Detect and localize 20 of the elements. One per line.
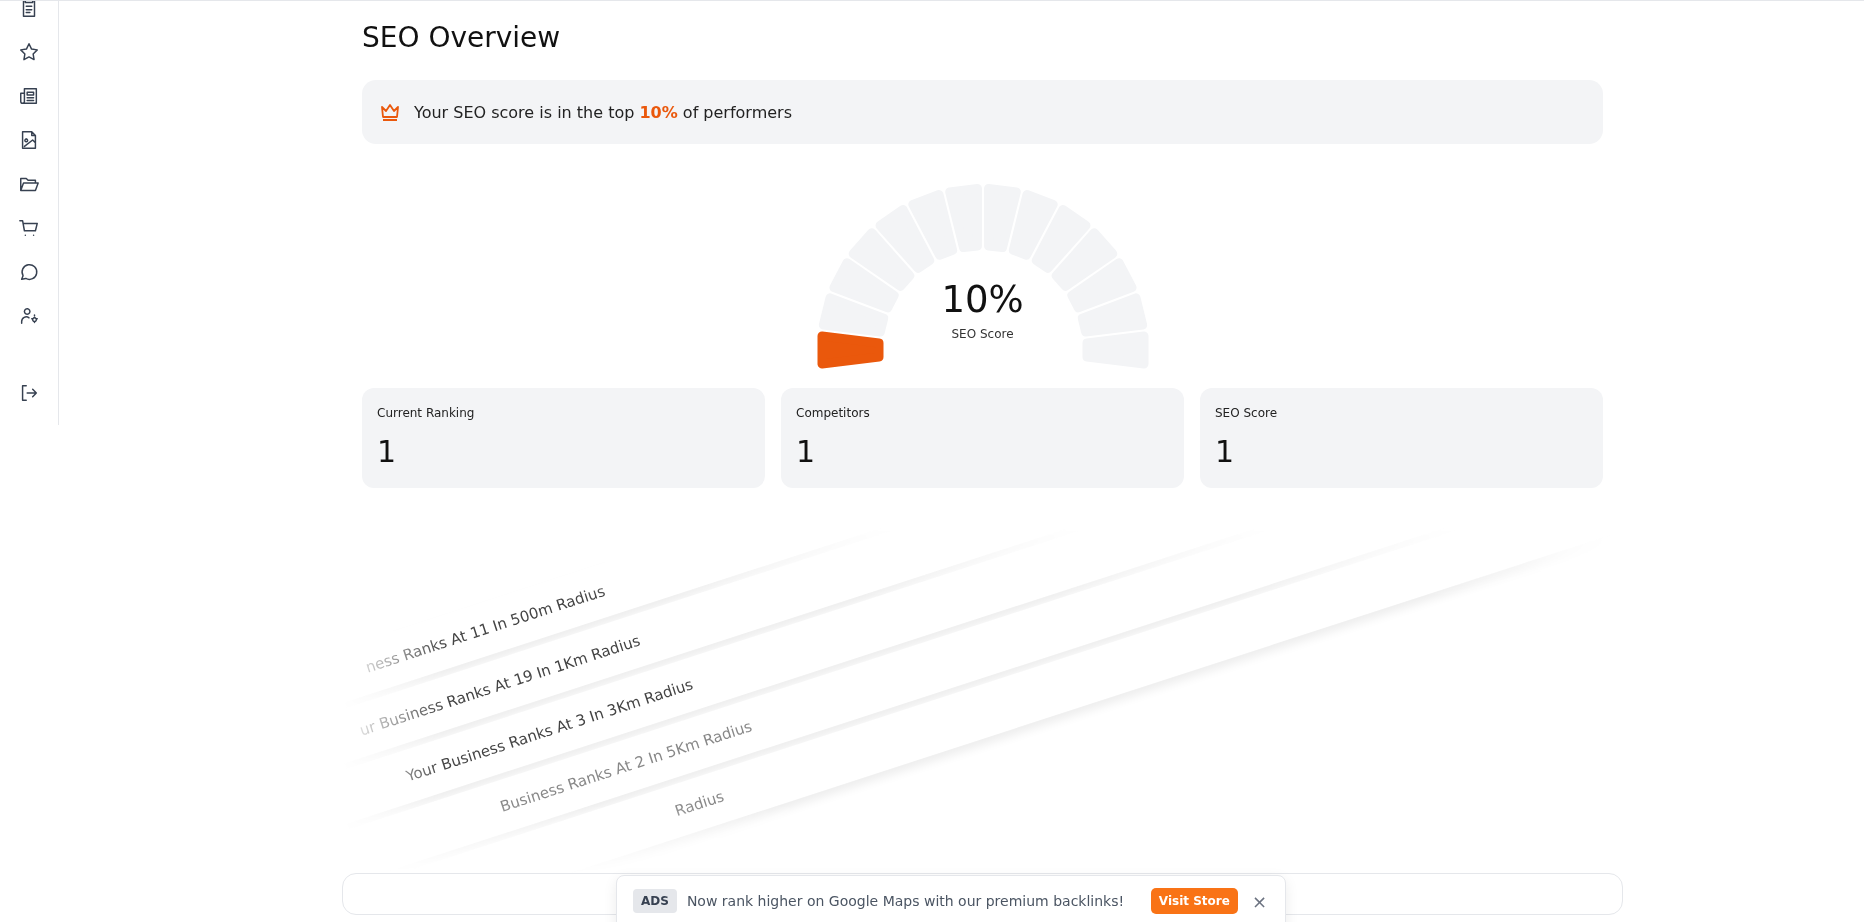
stat-value: 1 — [796, 434, 817, 469]
banner-text: Your SEO score is in the top 10% of performers — [414, 102, 792, 122]
page-title: SEO Overview — [362, 20, 562, 56]
ad-text: Now rank higher on Google Maps with our premium backlinks! — [686, 893, 1126, 909]
visit-store-button[interactable]: Visit Store — [1150, 888, 1238, 914]
star-icon[interactable] — [18, 41, 40, 63]
chat-bubble-icon[interactable] — [18, 261, 40, 283]
gauge-value: 10% — [941, 278, 1024, 321]
stat-label: Competitors — [796, 406, 871, 420]
gauge-label: SEO Score — [951, 327, 1014, 341]
stat-value: 1 — [1215, 434, 1236, 469]
cart-icon[interactable] — [18, 217, 40, 239]
user-settings-icon[interactable] — [18, 305, 40, 327]
ads-badge: ADS — [633, 889, 677, 913]
stat-label: SEO Score — [1215, 406, 1279, 420]
stat-value: 1 — [377, 434, 398, 469]
rank-text: Radius — [672, 787, 727, 820]
stat-label: Current Ranking — [377, 406, 476, 420]
newspaper-icon[interactable] — [18, 85, 40, 107]
close-button[interactable]: × — [1247, 890, 1271, 912]
